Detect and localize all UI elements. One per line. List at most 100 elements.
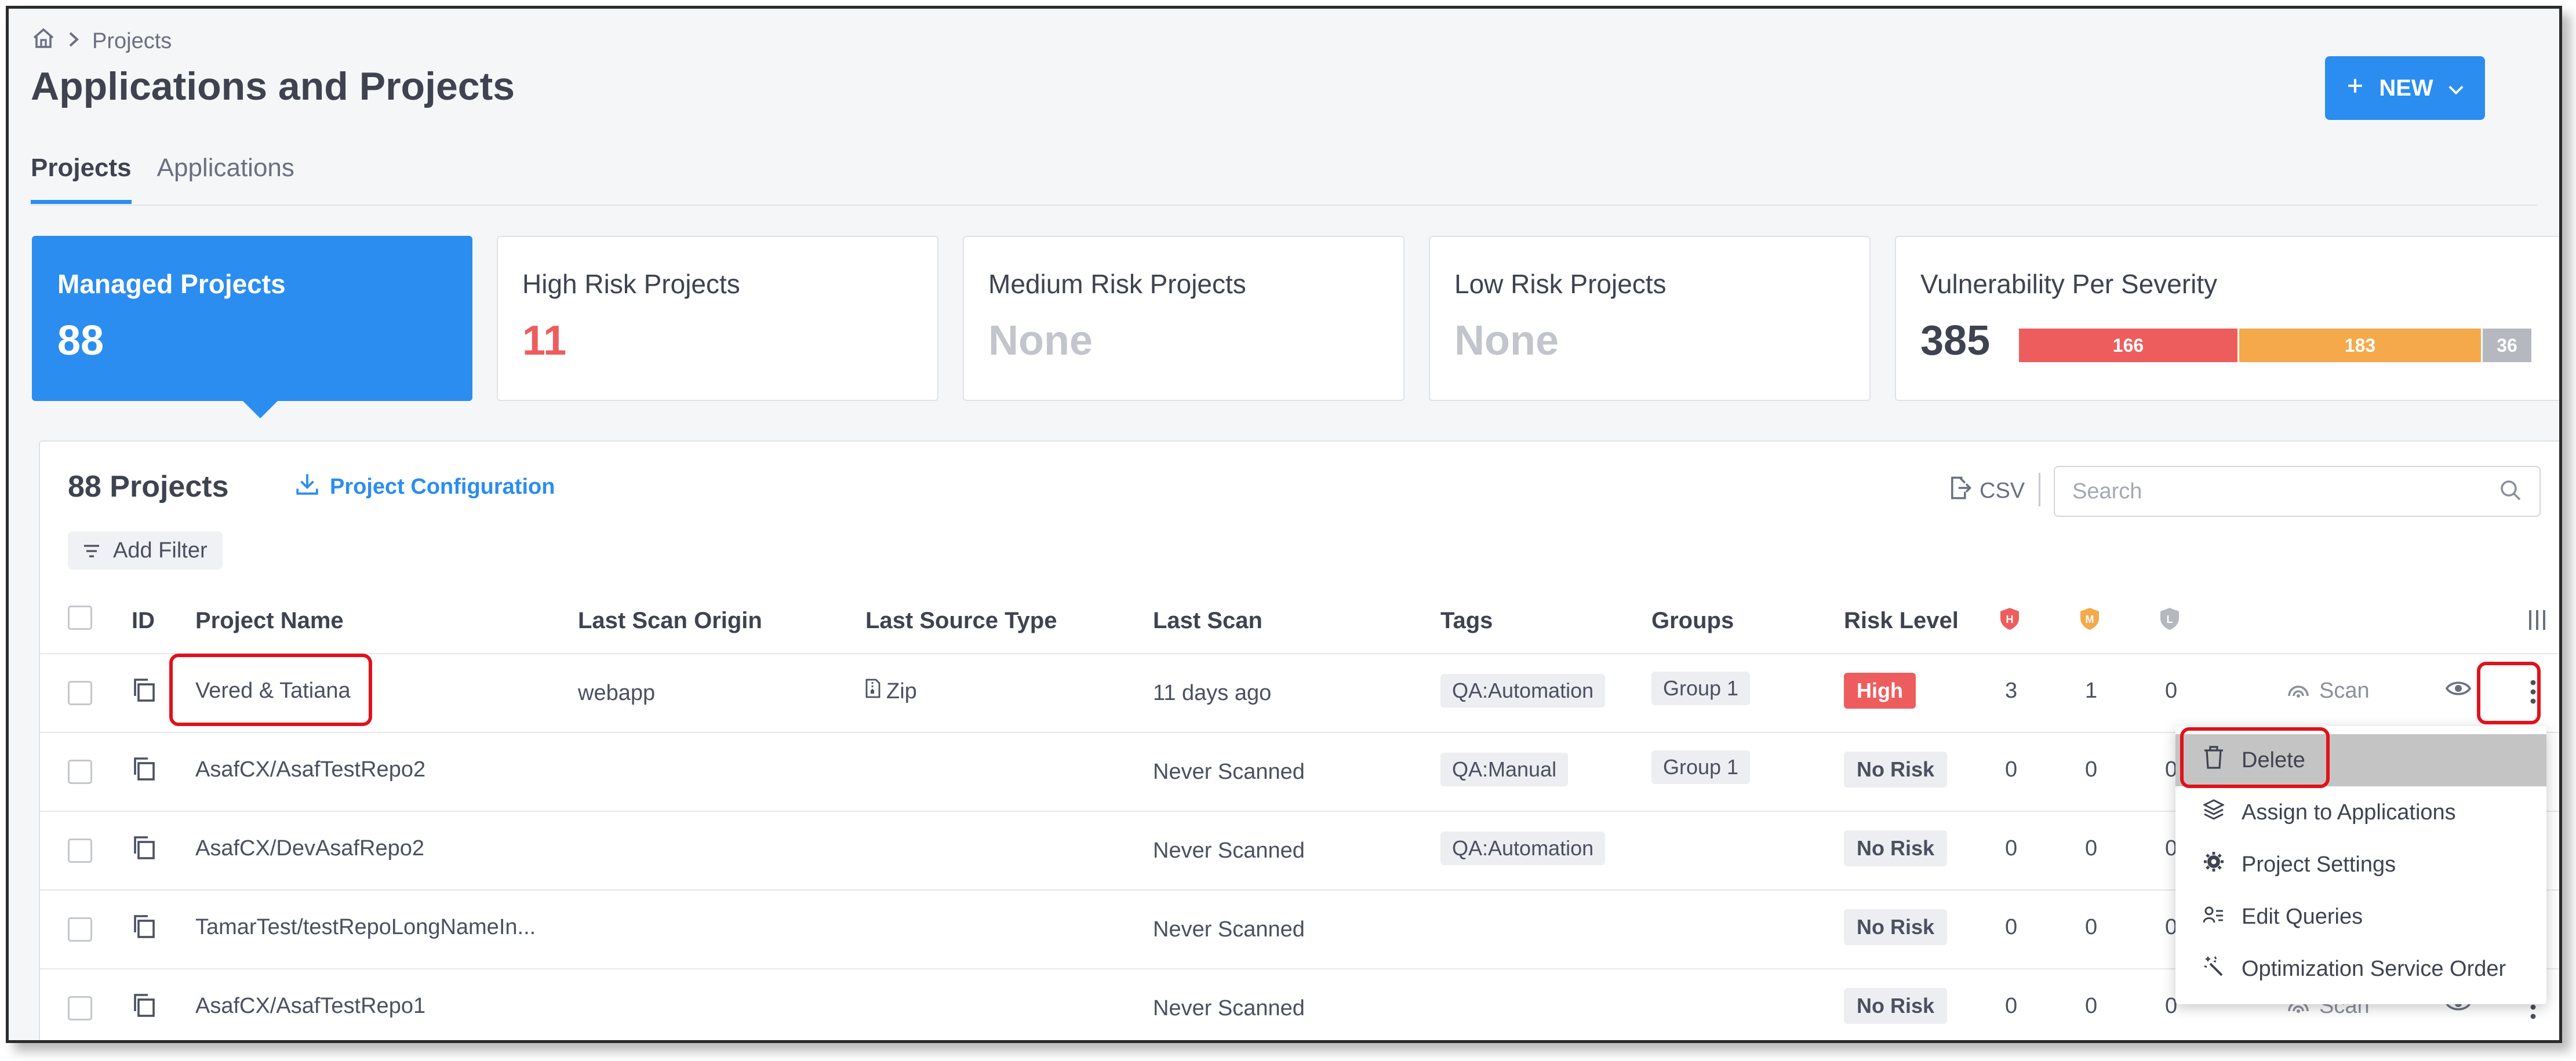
card-value: 88 <box>57 318 104 364</box>
card-managed-projects[interactable]: Managed Projects 88 <box>32 236 472 401</box>
medium-count: 0 <box>2085 994 2098 1018</box>
project-name-link[interactable]: AsafCX/AsafTestRepo2 <box>195 757 425 782</box>
row-checkbox[interactable] <box>68 681 92 705</box>
gear-icon <box>2203 851 2224 878</box>
risk-level-badge: No Risk <box>1844 909 1948 945</box>
row-checkbox[interactable] <box>68 760 92 784</box>
column-header-tags[interactable]: Tags <box>1440 608 1493 634</box>
edit-queries-icon <box>2203 905 2224 929</box>
severity-low-segment[interactable]: 36 <box>2483 329 2531 362</box>
select-all-checkbox[interactable] <box>68 606 92 630</box>
row-checkbox[interactable] <box>68 838 92 863</box>
high-count: 0 <box>2005 915 2018 939</box>
projects-count: 88 Projects <box>68 470 229 504</box>
medium-severity-shield-icon[interactable]: M <box>2079 607 2100 634</box>
search-box <box>2054 466 2541 517</box>
severity-medium-segment[interactable]: 183 <box>2239 329 2483 362</box>
tab-bar: Projects Applications <box>31 154 294 204</box>
project-name-link[interactable]: AsafCX/DevAsafRepo2 <box>195 836 424 861</box>
copy-id-icon[interactable] <box>132 993 156 1021</box>
home-icon[interactable] <box>32 27 55 55</box>
breadcrumb: Projects <box>32 27 172 55</box>
menu-item-label: Project Settings <box>2242 852 2396 877</box>
menu-item-edit-queries[interactable]: Edit Queries <box>2175 891 2546 943</box>
column-header-risk-level[interactable]: Risk Level <box>1844 608 1959 634</box>
copy-id-icon[interactable] <box>132 756 156 785</box>
high-count: 0 <box>2005 757 2018 782</box>
app-window: Projects Applications and Projects NEW P… <box>6 6 2562 1043</box>
row-checkbox[interactable] <box>68 917 92 942</box>
menu-item-label: Optimization Service Order <box>2242 956 2506 981</box>
view-eye-icon[interactable] <box>2445 680 2472 700</box>
scan-button[interactable]: Scan <box>2287 677 2370 704</box>
table-header: ID Project Name Last Scan Origin Last So… <box>40 584 2559 654</box>
csv-export-button[interactable]: CSV <box>1947 475 2025 506</box>
table-row[interactable]: Vered & Tatiana webapp Zip 11 days ago Q… <box>40 654 2559 733</box>
low-severity-shield-icon[interactable]: L <box>2159 607 2180 634</box>
project-name-link[interactable]: AsafCX/AsafTestRepo1 <box>195 994 425 1019</box>
card-low-risk-projects[interactable]: Low Risk Projects None <box>1429 236 1871 401</box>
severity-high-segment[interactable]: 166 <box>2019 329 2239 362</box>
card-label: High Risk Projects <box>522 269 740 299</box>
menu-item-label: Assign to Applications <box>2242 800 2456 825</box>
menu-item-label: Edit Queries <box>2242 904 2363 929</box>
svg-text:M: M <box>2086 614 2094 625</box>
svg-text:H: H <box>2006 614 2014 625</box>
copy-id-icon[interactable] <box>132 835 156 863</box>
add-filter-button[interactable]: Add Filter <box>68 531 223 570</box>
tab-projects[interactable]: Projects <box>31 154 132 204</box>
csv-label: CSV <box>1980 478 2025 503</box>
last-scan: Never Scanned <box>1153 760 1305 784</box>
project-configuration-link[interactable]: Project Configuration <box>295 472 555 502</box>
column-header-groups[interactable]: Groups <box>1651 608 1734 634</box>
search-input[interactable] <box>2072 479 2499 504</box>
card-label: Vulnerability Per Severity <box>1920 269 2218 299</box>
group-badge: Group 1 <box>1651 672 1751 705</box>
filter-icon <box>83 538 100 563</box>
export-icon <box>1947 475 1973 506</box>
menu-item-assign-to-applications[interactable]: Assign to Applications <box>2175 786 2546 838</box>
risk-level-badge: No Risk <box>1844 752 1948 787</box>
high-count: 0 <box>2005 836 2018 861</box>
menu-item-project-settings[interactable]: Project Settings <box>2175 838 2546 891</box>
menu-item-optimization-service-order[interactable]: Optimization Service Order <box>2175 943 2546 995</box>
copy-id-icon[interactable] <box>132 914 156 942</box>
tabs-divider <box>31 205 2537 206</box>
card-medium-risk-projects[interactable]: Medium Risk Projects None <box>963 236 1405 401</box>
new-button-label: NEW <box>2379 75 2433 101</box>
high-severity-shield-icon[interactable]: H <box>1999 607 2020 634</box>
tab-applications[interactable]: Applications <box>157 154 294 204</box>
column-header-last-scan-origin[interactable]: Last Scan Origin <box>578 608 762 634</box>
highlight-delete-item <box>2180 727 2330 788</box>
column-header-id[interactable]: ID <box>132 608 155 634</box>
high-count: 0 <box>2005 994 2018 1018</box>
last-scan: 11 days ago <box>1153 681 1272 705</box>
scan-icon <box>2287 677 2310 704</box>
search-icon[interactable] <box>2499 479 2522 505</box>
source-type-label: Zip <box>886 679 917 703</box>
new-button[interactable]: NEW <box>2325 56 2485 120</box>
project-name-link[interactable]: TamarTest/testRepoLongNameIn... <box>195 915 536 940</box>
row-checkbox[interactable] <box>68 996 92 1020</box>
card-value: None <box>1454 318 1559 364</box>
column-header-last-scan[interactable]: Last Scan <box>1153 608 1262 634</box>
column-header-project-name[interactable]: Project Name <box>195 608 344 634</box>
card-pointer <box>242 400 279 418</box>
copy-id-icon[interactable] <box>132 677 156 706</box>
zip-file-icon <box>865 679 881 704</box>
card-high-risk-projects[interactable]: High Risk Projects 11 <box>497 236 938 401</box>
highlight-actions-button <box>2477 662 2541 724</box>
chevron-down-icon <box>2447 75 2465 101</box>
breadcrumb-current: Projects <box>92 28 172 53</box>
columns-toggle-icon[interactable] <box>2527 609 2548 634</box>
column-header-last-source-type[interactable]: Last Source Type <box>865 608 1057 634</box>
add-filter-label: Add Filter <box>113 538 208 563</box>
medium-count: 0 <box>2085 915 2098 939</box>
card-value: 11 <box>522 318 567 364</box>
scan-label: Scan <box>2319 678 2370 703</box>
severity-bar: 166 183 36 <box>2019 329 2531 362</box>
last-scan: Never Scanned <box>1153 838 1305 863</box>
layers-icon <box>2202 799 2225 826</box>
low-count: 0 <box>2165 679 2178 703</box>
last-scan: Never Scanned <box>1153 996 1305 1020</box>
